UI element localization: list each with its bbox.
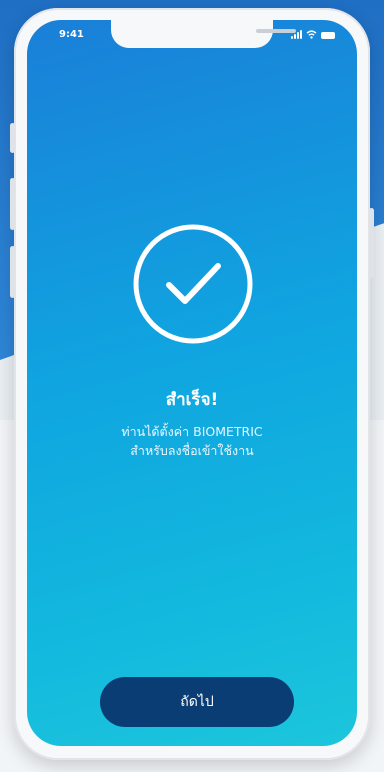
- description-line-2: สำหรับลงชื่อเข้าใช้งาน: [130, 443, 254, 458]
- phone-notch: [111, 20, 296, 48]
- speaker-grille: [256, 29, 296, 33]
- success-description: ท่านได้ตั้งค่า BIOMETRIC สำหรับลงชื่อเข้…: [27, 422, 357, 460]
- power-button: [369, 208, 374, 278]
- next-button[interactable]: ถัดไป: [100, 677, 294, 727]
- success-title: สำเร็จ!: [165, 390, 219, 410]
- app-screen: 9:41 สำเร็จ! ท่านได้ตั้งค่า BIOMETRIC สำ…: [27, 20, 357, 746]
- status-time: 9:41: [59, 29, 84, 40]
- description-line-1: ท่านได้ตั้งค่า BIOMETRIC: [121, 424, 263, 439]
- wifi-icon: [306, 30, 317, 39]
- volume-down-button: [10, 246, 15, 298]
- mute-switch: [10, 123, 15, 153]
- status-icons: [291, 30, 335, 39]
- volume-up-button: [10, 178, 15, 230]
- battery-icon: [321, 32, 335, 39]
- signal-icon: [291, 30, 302, 39]
- check-circle-icon: [133, 224, 253, 344]
